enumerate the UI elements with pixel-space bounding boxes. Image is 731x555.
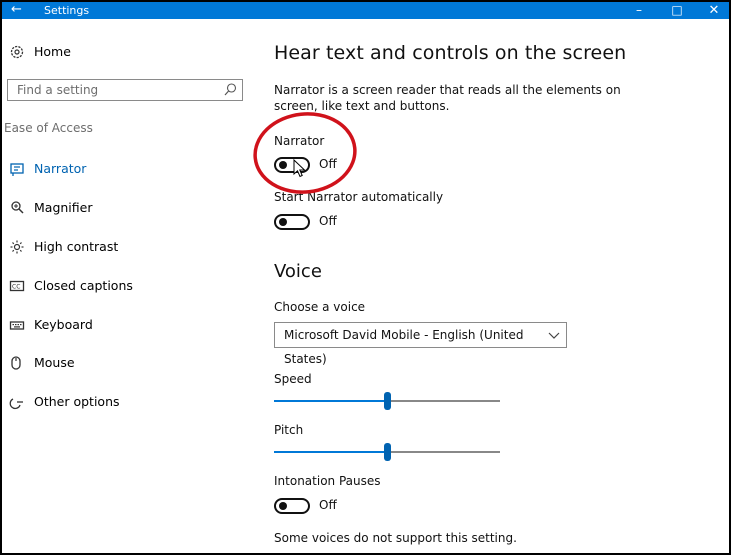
sidebar-item-keyboard[interactable]: Keyboard bbox=[2, 313, 242, 337]
narrator-label: Narrator bbox=[274, 134, 325, 148]
toggle-knob bbox=[279, 502, 287, 510]
mouse-icon bbox=[11, 356, 21, 370]
intonation-pauses-label: Intonation Pauses bbox=[274, 474, 381, 488]
pitch-label: Pitch bbox=[274, 423, 304, 437]
voice-dropdown[interactable]: Microsoft David Mobile - English (United… bbox=[274, 322, 567, 366]
settings-window: ← Settings – □ ✕ Home Ease of Access Nar… bbox=[2, 2, 729, 553]
magnifier-icon bbox=[11, 201, 24, 214]
minimize-button[interactable]: – bbox=[624, 2, 654, 19]
keyboard-icon bbox=[9, 321, 25, 330]
svg-text:CC: CC bbox=[12, 284, 20, 291]
voice-dropdown-value: Microsoft David Mobile - English (United… bbox=[284, 328, 524, 366]
search-icon[interactable] bbox=[223, 82, 237, 98]
slider-thumb[interactable] bbox=[384, 443, 391, 461]
search-input[interactable] bbox=[9, 81, 217, 99]
toggle-knob bbox=[279, 161, 287, 169]
sidebar-item-magnifier[interactable]: Magnifier bbox=[2, 196, 242, 220]
page-title: Hear text and controls on the screen bbox=[274, 42, 627, 64]
sidebar-item-label: Mouse bbox=[34, 355, 75, 370]
section-label: Ease of Access bbox=[4, 121, 93, 135]
sidebar-home[interactable]: Home bbox=[2, 40, 242, 64]
back-arrow-icon[interactable]: ← bbox=[11, 2, 22, 18]
speed-label: Speed bbox=[274, 372, 312, 386]
window-title: Settings bbox=[44, 4, 90, 17]
sidebar-item-label: Narrator bbox=[34, 161, 87, 176]
sidebar-item-label: Closed captions bbox=[34, 278, 133, 293]
sidebar-item-other-options[interactable]: Other options bbox=[2, 390, 242, 414]
sidebar-item-label: Other options bbox=[34, 394, 120, 409]
narrator-toggle-state: Off bbox=[319, 157, 337, 171]
chevron-down-icon bbox=[548, 332, 560, 339]
page-description: Narrator is a screen reader that reads a… bbox=[274, 83, 621, 113]
maximize-button[interactable]: □ bbox=[662, 2, 692, 19]
intonation-pauses-toggle[interactable] bbox=[274, 498, 310, 514]
sidebar-item-label: Keyboard bbox=[34, 317, 93, 332]
narrator-icon bbox=[10, 163, 24, 176]
slider-thumb[interactable] bbox=[384, 392, 391, 410]
slider-fill bbox=[274, 451, 387, 453]
gear-icon bbox=[10, 45, 24, 59]
pitch-slider[interactable] bbox=[274, 443, 500, 461]
sidebar-item-mouse[interactable]: Mouse bbox=[2, 351, 242, 375]
search-box[interactable] bbox=[7, 79, 243, 101]
close-button[interactable]: ✕ bbox=[699, 2, 729, 19]
mouse-pointer-icon bbox=[293, 159, 306, 178]
other-options-icon bbox=[9, 398, 23, 410]
start-automatically-toggle[interactable] bbox=[274, 214, 310, 230]
high-contrast-icon bbox=[10, 240, 24, 254]
start-automatically-label: Start Narrator automatically bbox=[274, 190, 444, 204]
annotation-circle bbox=[253, 112, 357, 194]
toggle-knob bbox=[279, 218, 287, 226]
speed-slider[interactable] bbox=[274, 392, 500, 410]
sidebar-item-label: Magnifier bbox=[34, 200, 93, 215]
closed-captions-icon: CC bbox=[9, 280, 25, 292]
voice-support-note: Some voices do not support this setting. bbox=[274, 531, 517, 545]
sidebar-home-label: Home bbox=[34, 44, 71, 59]
sidebar-item-high-contrast[interactable]: High contrast bbox=[2, 235, 242, 259]
start-automatically-toggle-state: Off bbox=[319, 214, 337, 228]
voice-heading: Voice bbox=[274, 261, 322, 282]
choose-voice-label: Choose a voice bbox=[274, 300, 366, 314]
sidebar-item-closed-captions[interactable]: CC Closed captions bbox=[2, 274, 242, 298]
sidebar-item-label: High contrast bbox=[34, 239, 119, 254]
sidebar-item-narrator[interactable]: Narrator bbox=[2, 157, 242, 181]
slider-fill bbox=[274, 400, 387, 402]
intonation-pauses-toggle-state: Off bbox=[319, 498, 337, 512]
title-bar: ← Settings – □ ✕ bbox=[2, 2, 729, 19]
